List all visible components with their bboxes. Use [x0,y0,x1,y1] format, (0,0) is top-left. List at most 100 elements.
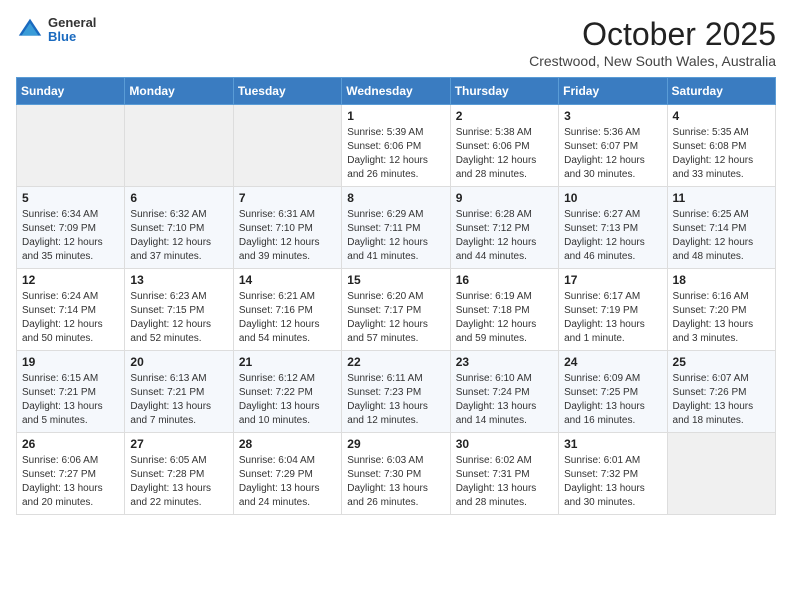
day-info: Sunrise: 5:35 AM Sunset: 6:08 PM Dayligh… [673,126,770,182]
day-info: Sunrise: 6:17 AM Sunset: 7:19 PM Dayligh… [564,290,661,346]
day-info: Sunrise: 6:01 AM Sunset: 7:32 PM Dayligh… [564,454,661,510]
calendar-cell: 13 Sunrise: 6:23 AM Sunset: 7:15 PM Dayli… [125,269,233,351]
logo-icon [16,16,44,44]
day-info: Sunrise: 6:28 AM Sunset: 7:12 PM Dayligh… [456,208,553,264]
calendar-cell: 8 Sunrise: 6:29 AM Sunset: 7:11 PM Daylig… [342,187,450,269]
day-info: Sunrise: 6:06 AM Sunset: 7:27 PM Dayligh… [22,454,119,510]
day-info: Sunrise: 6:12 AM Sunset: 7:22 PM Dayligh… [239,372,336,428]
calendar-cell: 31Sunrise: 6:01 AM Sunset: 7:32 PM Dayli… [559,433,667,515]
day-number: 13 [130,273,227,287]
calendar-cell: 7 Sunrise: 6:31 AM Sunset: 7:10 PM Daylig… [233,187,341,269]
calendar-cell: 14Sunrise: 6:21 AM Sunset: 7:16 PM Dayli… [233,269,341,351]
calendar-cell: 3 Sunrise: 5:36 AM Sunset: 6:07 PM Daylig… [559,105,667,187]
calendar-cell: 25 Sunrise: 6:07 AM Sunset: 7:26 PM Dayli… [667,351,775,433]
day-info: Sunrise: 6:24 AM Sunset: 7:14 PM Dayligh… [22,290,119,346]
calendar-week-row: 1 Sunrise: 5:39 AM Sunset: 6:06 PM Daylig… [17,105,776,187]
weekday-header: Sunday [17,78,125,105]
day-info: Sunrise: 6:07 AM Sunset: 7:26 PM Dayligh… [673,372,770,428]
calendar-cell: 16 Sunrise: 6:19 AM Sunset: 7:18 PM Dayli… [450,269,558,351]
day-info: Sunrise: 6:25 AM Sunset: 7:14 PM Dayligh… [673,208,770,264]
day-info: Sunrise: 6:19 AM Sunset: 7:18 PM Dayligh… [456,290,553,346]
location-subtitle: Crestwood, New South Wales, Australia [529,53,776,69]
day-info: Sunrise: 6:02 AM Sunset: 7:31 PM Dayligh… [456,454,553,510]
day-info: Sunrise: 6:10 AM Sunset: 7:24 PM Dayligh… [456,372,553,428]
day-info: Sunrise: 5:38 AM Sunset: 6:06 PM Dayligh… [456,126,553,182]
day-info: Sunrise: 6:15 AM Sunset: 7:21 PM Dayligh… [22,372,119,428]
day-info: Sunrise: 5:39 AM Sunset: 6:06 PM Dayligh… [347,126,444,182]
day-number: 30 [456,437,553,451]
day-info: Sunrise: 6:13 AM Sunset: 7:21 PM Dayligh… [130,372,227,428]
calendar-cell: 12 Sunrise: 6:24 AM Sunset: 7:14 PM Dayli… [17,269,125,351]
calendar-cell: 17Sunrise: 6:17 AM Sunset: 7:19 PM Dayli… [559,269,667,351]
logo-text: General Blue [48,16,96,45]
day-info: Sunrise: 6:34 AM Sunset: 7:09 PM Dayligh… [22,208,119,264]
day-number: 12 [22,273,119,287]
day-info: Sunrise: 5:36 AM Sunset: 6:07 PM Dayligh… [564,126,661,182]
weekday-header: Monday [125,78,233,105]
weekday-header: Wednesday [342,78,450,105]
day-number: 7 [239,191,336,205]
calendar-cell: 28 Sunrise: 6:04 AM Sunset: 7:29 PM Dayli… [233,433,341,515]
weekday-header: Thursday [450,78,558,105]
calendar-cell: 30 Sunrise: 6:02 AM Sunset: 7:31 PM Dayli… [450,433,558,515]
calendar-cell: 18Sunrise: 6:16 AM Sunset: 7:20 PM Dayli… [667,269,775,351]
calendar-cell [17,105,125,187]
day-info: Sunrise: 6:04 AM Sunset: 7:29 PM Dayligh… [239,454,336,510]
calendar-cell: 6 Sunrise: 6:32 AM Sunset: 7:10 PM Daylig… [125,187,233,269]
day-number: 11 [673,191,770,205]
day-number: 5 [22,191,119,205]
logo-blue: Blue [48,30,96,44]
weekday-header: Friday [559,78,667,105]
day-number: 27 [130,437,227,451]
calendar-cell: 11 Sunrise: 6:25 AM Sunset: 7:14 PM Dayli… [667,187,775,269]
day-number: 1 [347,109,444,123]
calendar-cell: 29Sunrise: 6:03 AM Sunset: 7:30 PM Dayli… [342,433,450,515]
calendar-cell [667,433,775,515]
day-info: Sunrise: 6:20 AM Sunset: 7:17 PM Dayligh… [347,290,444,346]
day-number: 8 [347,191,444,205]
calendar-cell: 5 Sunrise: 6:34 AM Sunset: 7:09 PM Daylig… [17,187,125,269]
calendar-cell: 20Sunrise: 6:13 AM Sunset: 7:21 PM Dayli… [125,351,233,433]
day-number: 23 [456,355,553,369]
weekday-header: Tuesday [233,78,341,105]
day-info: Sunrise: 6:23 AM Sunset: 7:15 PM Dayligh… [130,290,227,346]
calendar-cell: 1 Sunrise: 5:39 AM Sunset: 6:06 PM Daylig… [342,105,450,187]
calendar-week-row: 5 Sunrise: 6:34 AM Sunset: 7:09 PM Daylig… [17,187,776,269]
title-block: October 2025 Crestwood, New South Wales,… [529,16,776,69]
day-number: 3 [564,109,661,123]
day-info: Sunrise: 6:09 AM Sunset: 7:25 PM Dayligh… [564,372,661,428]
day-number: 16 [456,273,553,287]
logo: General Blue [16,16,96,45]
day-number: 4 [673,109,770,123]
day-number: 15 [347,273,444,287]
day-number: 25 [673,355,770,369]
calendar-week-row: 12 Sunrise: 6:24 AM Sunset: 7:14 PM Dayli… [17,269,776,351]
calendar-cell: 24Sunrise: 6:09 AM Sunset: 7:25 PM Dayli… [559,351,667,433]
calendar-header-row: SundayMondayTuesdayWednesdayThursdayFrid… [17,78,776,105]
month-title: October 2025 [529,16,776,53]
day-info: Sunrise: 6:31 AM Sunset: 7:10 PM Dayligh… [239,208,336,264]
day-number: 2 [456,109,553,123]
calendar-cell: 22Sunrise: 6:11 AM Sunset: 7:23 PM Dayli… [342,351,450,433]
calendar-cell: 15 Sunrise: 6:20 AM Sunset: 7:17 PM Dayli… [342,269,450,351]
calendar-cell [233,105,341,187]
day-number: 28 [239,437,336,451]
calendar-week-row: 26 Sunrise: 6:06 AM Sunset: 7:27 PM Dayli… [17,433,776,515]
weekday-header: Saturday [667,78,775,105]
calendar-cell: 4 Sunrise: 5:35 AM Sunset: 6:08 PM Daylig… [667,105,775,187]
day-info: Sunrise: 6:21 AM Sunset: 7:16 PM Dayligh… [239,290,336,346]
day-number: 6 [130,191,227,205]
calendar-cell: 2 Sunrise: 5:38 AM Sunset: 6:06 PM Daylig… [450,105,558,187]
day-number: 10 [564,191,661,205]
logo-general: General [48,16,96,30]
day-number: 19 [22,355,119,369]
day-info: Sunrise: 6:29 AM Sunset: 7:11 PM Dayligh… [347,208,444,264]
day-info: Sunrise: 6:27 AM Sunset: 7:13 PM Dayligh… [564,208,661,264]
day-info: Sunrise: 6:32 AM Sunset: 7:10 PM Dayligh… [130,208,227,264]
day-number: 21 [239,355,336,369]
day-number: 9 [456,191,553,205]
calendar-cell: 26 Sunrise: 6:06 AM Sunset: 7:27 PM Dayli… [17,433,125,515]
day-number: 26 [22,437,119,451]
day-info: Sunrise: 6:11 AM Sunset: 7:23 PM Dayligh… [347,372,444,428]
calendar-table: SundayMondayTuesdayWednesdayThursdayFrid… [16,77,776,515]
